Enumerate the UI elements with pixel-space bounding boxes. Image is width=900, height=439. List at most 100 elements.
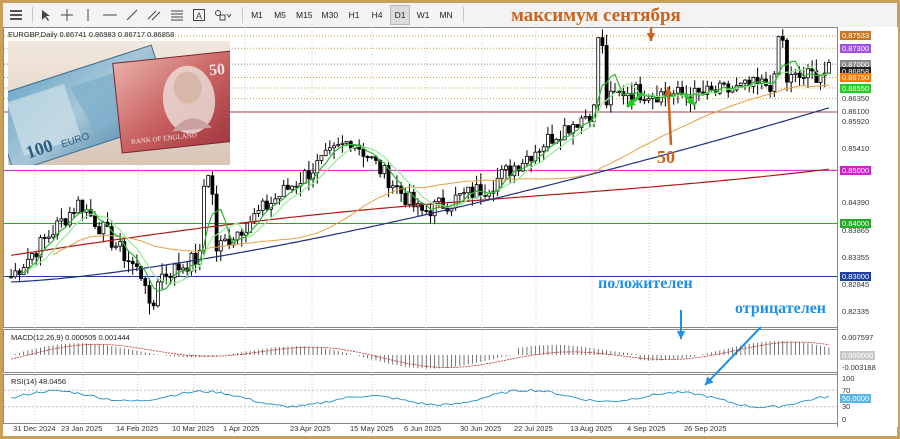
timeframe-d1[interactable]: D1	[390, 5, 411, 25]
timeframe-h1[interactable]: H1	[344, 5, 364, 25]
candle-body	[340, 142, 345, 145]
date-axis-label: 31 Dec 2024	[13, 424, 56, 433]
candle-body	[785, 39, 789, 83]
candle-body	[600, 37, 605, 46]
candle-body	[818, 75, 823, 83]
timeframe-group: M1 M5 M15 M30 H1 H4 D1 W1 MN	[247, 5, 459, 25]
timeframe-m1[interactable]: M1	[247, 5, 267, 25]
crosshair-icon[interactable]	[58, 5, 76, 25]
rsi-line	[11, 388, 830, 409]
candle-body	[378, 159, 383, 175]
ma50-annotation: 50	[657, 147, 675, 167]
candle-body	[793, 72, 798, 75]
rsi-axis-label: 0	[842, 414, 847, 424]
candle-body	[709, 85, 714, 91]
macd-label: MACD(12,26,9) 0.000505 0.001444	[11, 333, 130, 342]
toolbar-separator	[32, 7, 33, 23]
candle-body	[155, 281, 160, 307]
candle-body	[80, 199, 85, 213]
candle-body	[411, 191, 416, 208]
date-axis-label: 4 Sep 2025	[627, 424, 666, 433]
date-axis-label: 6 Jun 2025	[404, 424, 442, 433]
svg-text:A: A	[196, 11, 202, 21]
candle-body	[42, 237, 47, 239]
timeframe-w1[interactable]: W1	[413, 5, 433, 25]
candle-body	[97, 226, 102, 235]
timeframe-m15[interactable]: M15	[293, 5, 316, 25]
candle-body	[306, 170, 311, 180]
candle-body	[499, 169, 504, 179]
vertical-line-icon[interactable]	[79, 5, 97, 25]
price-axis-label: 0.85920	[842, 117, 870, 126]
date-axis-label: 15 May 2025	[350, 424, 394, 433]
date-axis-label: 30 Jun 2025	[460, 424, 502, 433]
candle-body	[118, 241, 123, 247]
candle-body	[520, 163, 525, 172]
candle-body	[768, 85, 773, 92]
candle-body	[390, 185, 395, 189]
text-tool-icon[interactable]: A	[190, 5, 208, 25]
timeframe-m5[interactable]: M5	[270, 5, 290, 25]
timeframe-h4[interactable]: H4	[367, 5, 387, 25]
macd-axis-label: 0.000000	[840, 351, 876, 360]
rsi-axis-label: 30	[842, 402, 851, 412]
candle-body	[743, 79, 747, 84]
fibonacci-icon[interactable]	[167, 5, 187, 25]
candle-body	[63, 218, 68, 226]
price-axis-label: 0.86550	[840, 83, 872, 93]
price-axis-label: 0.87533	[840, 31, 872, 41]
candle-body	[566, 125, 571, 134]
candle-body	[34, 253, 39, 258]
candle-body	[76, 199, 81, 214]
candle-body	[541, 146, 546, 152]
date-axis-label: 14 Feb 2025	[116, 424, 159, 433]
candle-body	[466, 186, 471, 194]
candle-body	[604, 45, 609, 106]
price-axis-label: 0.82335	[842, 307, 870, 317]
cursor-icon[interactable]	[37, 5, 55, 25]
candle-body	[189, 252, 194, 272]
rsi-negative-arrow	[704, 326, 762, 386]
candle-body	[164, 273, 169, 277]
price-axis-label: 0.87300	[840, 43, 872, 53]
candle-body	[294, 185, 299, 188]
candle-body	[319, 155, 324, 161]
channel-icon[interactable]	[144, 5, 164, 25]
candle-body	[583, 116, 588, 119]
candle-body	[617, 90, 622, 93]
candle-body	[218, 240, 223, 252]
candle-body	[277, 195, 282, 200]
candle-body	[365, 155, 370, 159]
candle-body	[206, 175, 211, 187]
candle-body	[210, 175, 215, 195]
candle-body	[168, 275, 173, 278]
candle-body	[504, 165, 508, 170]
trendline-icon[interactable]	[123, 5, 141, 25]
candle-body	[72, 212, 76, 214]
candle-body	[143, 278, 148, 286]
candle-body	[646, 98, 651, 101]
macd-axis-label: -0.003188	[842, 363, 876, 372]
horizontal-line-icon[interactable]	[100, 5, 120, 25]
candle-body	[478, 184, 483, 196]
candle-body	[9, 276, 13, 279]
shapes-icon[interactable]	[211, 5, 235, 25]
candle-body	[25, 258, 30, 268]
date-axis-label: 1 Apr 2025	[223, 424, 260, 433]
macd-positive-annotation: положителен	[598, 275, 693, 292]
timeframe-mn[interactable]: MN	[436, 5, 456, 25]
banknotes-image: 100 EURO 50 BANK OF ENGLAND	[8, 41, 230, 165]
price-axis[interactable]: 0.87533 0.87300 0.87000 0.86858 0.86750 0.865…	[837, 27, 898, 427]
rsi-label: RSI(14) 48.0456	[11, 377, 67, 386]
timeframe-m30[interactable]: M30	[319, 5, 342, 25]
candle-body	[332, 145, 336, 149]
candle-body	[436, 197, 441, 203]
hamburger-icon[interactable]	[7, 5, 25, 25]
date-axis: 31 Dec 2024 23 Jan 2025 14 Feb 2025 10 Mar …	[3, 424, 837, 436]
candle-body	[696, 87, 701, 93]
candle-body	[575, 124, 580, 128]
candle-body	[93, 215, 97, 228]
rsi-axis-label: 100	[842, 373, 855, 383]
date-axis-label: 22 Jul 2025	[514, 424, 553, 433]
date-axis-label: 23 Apr 2025	[290, 424, 331, 433]
